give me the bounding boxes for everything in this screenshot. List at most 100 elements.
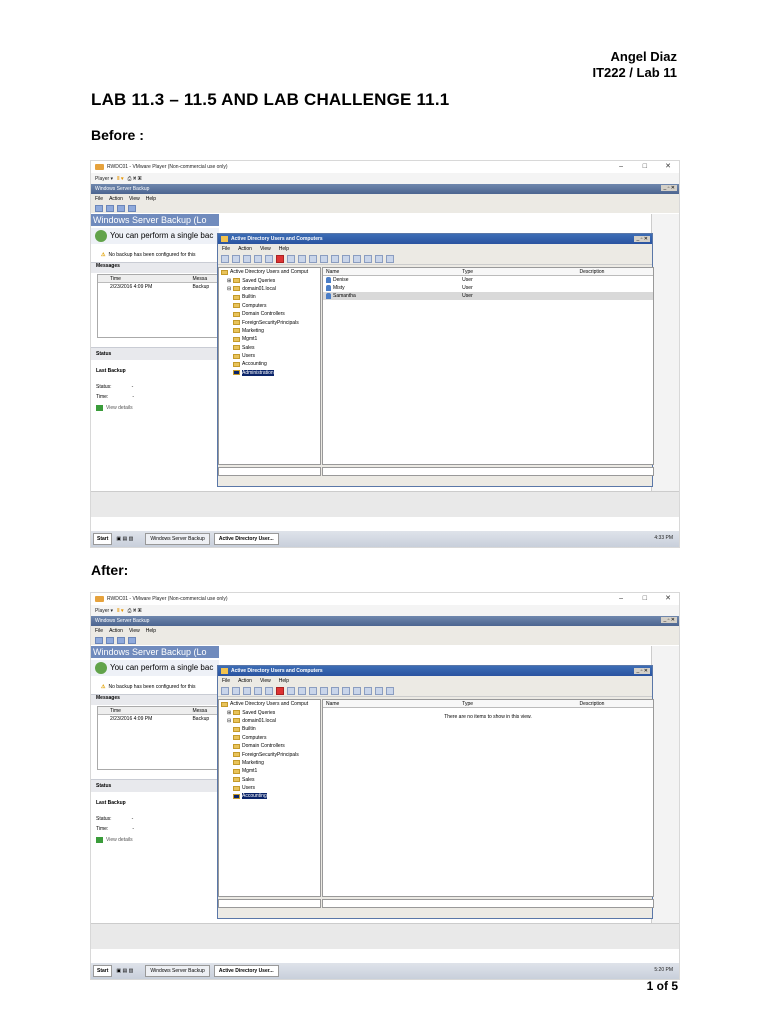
toolbar-icon[interactable]: [128, 204, 136, 212]
start-button[interactable]: Start: [93, 965, 113, 977]
toolbar-icon[interactable]: [106, 204, 114, 212]
tree-item[interactable]: ForeignSecurityPrincipals: [219, 750, 320, 758]
toolbar-icon[interactable]: [364, 686, 372, 695]
toolbar-icon[interactable]: [386, 686, 394, 695]
toolbar-icon[interactable]: [243, 686, 251, 695]
tree-item[interactable]: Mgmt1: [219, 335, 320, 343]
toolbar-icon[interactable]: [331, 686, 339, 695]
perform-backup-link[interactable]: You can perform a single bac: [91, 228, 219, 244]
tree-item[interactable]: Builtin: [219, 293, 320, 301]
toolbar-icon[interactable]: [276, 254, 284, 263]
list-scrollbar[interactable]: [322, 467, 654, 476]
tree-item[interactable]: Accounting: [219, 360, 320, 368]
col-description[interactable]: Description: [576, 701, 653, 707]
toolbar-icon[interactable]: [342, 254, 350, 263]
view-details-link[interactable]: View details: [91, 405, 219, 411]
pause-icon[interactable]: ‖ ▾: [117, 608, 123, 614]
toolbar-icon[interactable]: [232, 254, 240, 263]
ad-menu-file[interactable]: File: [222, 678, 230, 684]
tree-item[interactable]: ⊞ Saved Queries: [219, 276, 320, 284]
perform-backup-link[interactable]: You can perform a single bac: [91, 660, 219, 676]
tree-item[interactable]: ⊞ Saved Queries: [219, 708, 320, 716]
toolbar-icon[interactable]: [221, 254, 229, 263]
table-row[interactable]: 2/23/2016 4:09 PM Backup: [98, 715, 218, 723]
maximize-icon[interactable]: □: [643, 595, 647, 603]
menu-action[interactable]: Action: [109, 628, 123, 634]
ad-menu-help[interactable]: Help: [279, 246, 289, 252]
list-scrollbar[interactable]: [322, 899, 654, 908]
close-icon[interactable]: ✕: [665, 595, 671, 603]
minimize-icon[interactable]: –: [619, 595, 623, 603]
col-type[interactable]: Type: [459, 269, 576, 275]
ad-menu-view[interactable]: View: [260, 678, 271, 684]
toolbar-icon[interactable]: [309, 686, 317, 695]
toolbar-icon[interactable]: [353, 686, 361, 695]
col-description[interactable]: Description: [576, 269, 653, 275]
ad-window-controls-icon[interactable]: _ ▫ ✕: [634, 236, 650, 242]
toolbar-icon[interactable]: [265, 254, 273, 263]
maximize-icon[interactable]: □: [643, 163, 647, 171]
menu-help[interactable]: Help: [146, 628, 156, 634]
ad-menu-action[interactable]: Action: [238, 246, 252, 252]
toolbar-icon[interactable]: [353, 254, 361, 263]
tree-item[interactable]: Sales: [219, 776, 320, 784]
toolbar-icon[interactable]: [320, 686, 328, 695]
tree-item[interactable]: Active Directory Users and Comput: [219, 268, 320, 276]
view-details-link[interactable]: View details: [91, 837, 219, 843]
tree-item[interactable]: Users: [219, 352, 320, 360]
toolbar-icon[interactable]: [386, 254, 394, 263]
start-button[interactable]: Start: [93, 533, 113, 545]
pause-icon[interactable]: ‖ ▾: [117, 176, 123, 182]
menu-help[interactable]: Help: [146, 196, 156, 202]
toolbar-icon[interactable]: [232, 686, 240, 695]
tree-item[interactable]: Computers: [219, 734, 320, 742]
expander-icon[interactable]: ⊟: [227, 718, 231, 724]
menu-view[interactable]: View: [129, 196, 140, 202]
taskbar-item[interactable]: Windows Server Backup: [145, 533, 210, 545]
player-menu[interactable]: Player ▾: [95, 176, 113, 182]
ad-window-controls-icon[interactable]: _ ▫ ✕: [634, 668, 650, 674]
tree-item[interactable]: Builtin: [219, 725, 320, 733]
table-row[interactable]: Samantha User: [323, 292, 653, 300]
tree-item[interactable]: ⊟ domain01.local: [219, 285, 320, 293]
ad-menu-help[interactable]: Help: [279, 678, 289, 684]
menu-view[interactable]: View: [129, 628, 140, 634]
toolbar-icon[interactable]: [117, 636, 125, 644]
expander-icon[interactable]: ⊟: [227, 286, 231, 292]
window-controls-icon[interactable]: _ ▫ ✕: [661, 185, 677, 191]
menu-action[interactable]: Action: [109, 196, 123, 202]
toolbar-icon[interactable]: [375, 686, 383, 695]
toolbar-icon[interactable]: [309, 254, 317, 263]
toolbar-icon[interactable]: [298, 686, 306, 695]
toolbar-icon[interactable]: [331, 254, 339, 263]
tree-scrollbar[interactable]: [218, 467, 321, 476]
tree-item[interactable]: Domain Controllers: [219, 310, 320, 318]
tree-item[interactable]: ⊟ domain01.local: [219, 717, 320, 725]
toolbar-icon[interactable]: [95, 204, 103, 212]
quick-launch-icon[interactable]: ▣ ▤ ▥: [116, 536, 133, 542]
toolbar-icon[interactable]: [375, 254, 383, 263]
ad-menu-view[interactable]: View: [260, 246, 271, 252]
expander-icon[interactable]: ⊞: [227, 710, 231, 716]
toolbar-icon[interactable]: [243, 254, 251, 263]
toolbar-icon[interactable]: [254, 686, 262, 695]
toolbar-icon[interactable]: [364, 254, 372, 263]
toolbar-icon[interactable]: [342, 686, 350, 695]
tree-item[interactable]: Sales: [219, 344, 320, 352]
minimize-icon[interactable]: –: [619, 163, 623, 171]
toolbar-icon[interactable]: [254, 254, 262, 263]
toolbar-icon[interactable]: [276, 686, 284, 695]
col-name[interactable]: Name: [323, 269, 459, 275]
player-menu[interactable]: Player ▾: [95, 608, 113, 614]
col-type[interactable]: Type: [459, 701, 576, 707]
vm-tools-icon[interactable]: ⎙ ⌘ ▣: [127, 176, 141, 182]
col-time[interactable]: Time: [98, 276, 192, 282]
vm-tools-icon[interactable]: ⎙ ⌘ ▣: [127, 608, 141, 614]
window-controls-icon[interactable]: _ ▫ ✕: [661, 617, 677, 623]
table-row[interactable]: 2/23/2016 4:09 PM Backup: [98, 283, 218, 291]
toolbar-icon[interactable]: [287, 254, 295, 263]
table-row[interactable]: Misty User: [323, 284, 653, 292]
table-row[interactable]: Denise User: [323, 276, 653, 284]
tree-item[interactable]: Marketing: [219, 327, 320, 335]
toolbar-icon[interactable]: [298, 254, 306, 263]
